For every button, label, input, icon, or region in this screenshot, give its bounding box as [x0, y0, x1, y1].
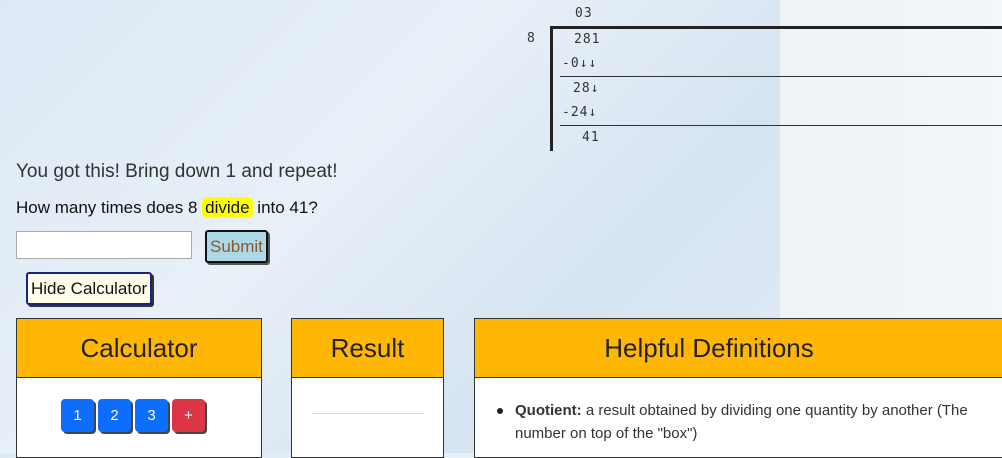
step-divider-1: [560, 76, 1002, 77]
step-remainder-1: 28↓: [573, 81, 600, 96]
step-subtract-2: -24↓: [562, 105, 598, 120]
key-1[interactable]: 1: [61, 399, 94, 432]
encouragement-text: You got this! Bring down 1 and repeat!: [16, 161, 338, 182]
definitions-title: Helpful Definitions: [475, 319, 1002, 378]
step-subtract-1: -0↓↓: [562, 56, 598, 71]
dividend: 281: [574, 32, 601, 47]
paper-background: [780, 0, 1002, 320]
result-panel: Result: [291, 318, 444, 458]
key-plus[interactable]: +: [172, 399, 205, 432]
quotient: 03: [575, 6, 593, 21]
step-remainder-2: 41: [582, 130, 600, 145]
key-3[interactable]: 3: [135, 399, 168, 432]
division-bracket: [550, 26, 553, 151]
result-line: [312, 413, 424, 414]
definition-term: Quotient:: [515, 402, 582, 419]
calculator-panel: Calculator 1 2 3 +: [16, 318, 262, 458]
calculator-title: Calculator: [17, 319, 261, 378]
definition-text: a result obtained by dividing one quanti…: [515, 402, 968, 442]
step-divider-2: [560, 125, 1002, 126]
hide-calculator-button[interactable]: Hide Calculator: [26, 272, 153, 305]
calculator-keys: 1 2 3 +: [61, 399, 205, 432]
definitions-panel: Helpful Definitions Quotient: a result o…: [474, 318, 1002, 458]
division-bar: [551, 26, 1002, 29]
question-text: How many times does 8 divide into 41?: [16, 197, 318, 218]
question-highlight: divide: [202, 197, 253, 218]
bullet-icon: [497, 408, 503, 414]
key-2[interactable]: 2: [98, 399, 131, 432]
divisor: 8: [527, 31, 535, 46]
submit-button[interactable]: Submit: [205, 230, 268, 263]
result-title: Result: [292, 319, 443, 378]
answer-input[interactable]: [16, 231, 192, 259]
definition-item: Quotient: a result obtained by dividing …: [497, 399, 975, 445]
question-pre: How many times does 8: [16, 198, 198, 217]
question-post: into 41?: [257, 198, 318, 217]
